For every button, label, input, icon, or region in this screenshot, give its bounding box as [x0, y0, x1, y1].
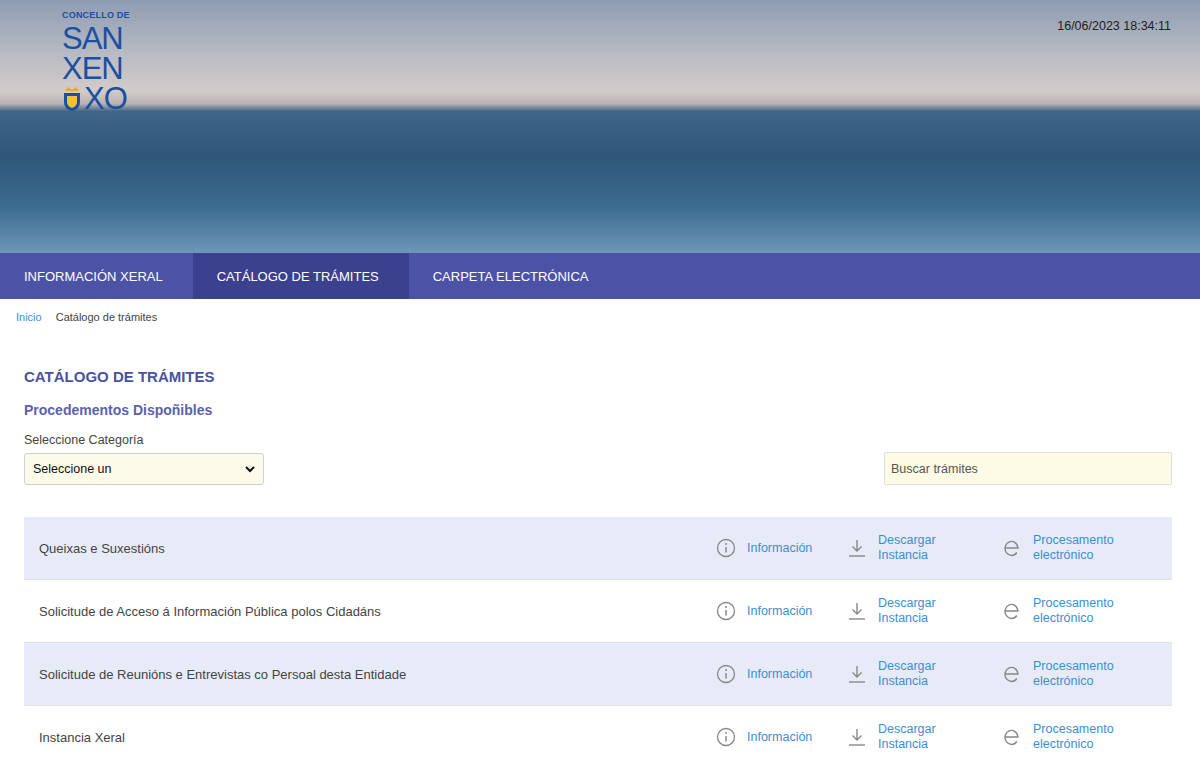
download-icon	[847, 727, 867, 747]
info-icon	[716, 664, 736, 684]
electronic-link[interactable]: Procesamento electrónico	[1002, 722, 1172, 752]
info-icon	[716, 538, 736, 558]
procedure-row: Instancia XeralInformaciónDescargar Inst…	[24, 706, 1172, 759]
chevron-down-icon	[245, 465, 255, 473]
nav-item[interactable]: CARPETA ELECTRÓNICA	[409, 253, 619, 299]
header-photo: CONCELLO DE SANXENXO 16/06/2023 18:34:11	[0, 0, 1200, 253]
page: CONCELLO DE SANXENXO 16/06/2023 18:34:11 IN…	[0, 0, 1200, 759]
info-link[interactable]: Información	[716, 538, 847, 558]
datetime: 16/06/2023 18:34:11	[1057, 19, 1171, 33]
nav-item[interactable]: INFORMACIÓN XERAL	[0, 253, 193, 299]
main-nav: INFORMACIÓN XERALCATÁLOGO DE TRÁMITESCAR…	[0, 253, 1200, 299]
breadcrumb-item: Catálogo de trámites	[56, 311, 158, 323]
content: CATÁLOGO DE TRÁMITES Procedementos Dispoñ…	[0, 335, 1200, 759]
procedure-name: Solicitude de Acceso á Información Públi…	[39, 604, 716, 619]
category-label: Seleccione Categoría	[24, 433, 1172, 447]
logo-top: CONCELLO DE	[62, 10, 130, 20]
electronic-link[interactable]: Procesamento electrónico	[1002, 533, 1172, 563]
procedure-row: Queixas e SuxestiónsInformaciónDescargar…	[24, 517, 1172, 580]
electronic-icon	[1002, 538, 1022, 558]
nav-item[interactable]: CATÁLOGO DE TRÁMITES	[193, 253, 409, 299]
download-icon	[847, 601, 867, 621]
electronic-icon	[1002, 727, 1022, 747]
procedure-row: Solicitude de Acceso á Información Públi…	[24, 580, 1172, 643]
download-link[interactable]: Descargar Instancia	[847, 659, 1002, 689]
breadcrumb: Inicio Catálogo de trámites	[0, 299, 1200, 335]
electronic-link[interactable]: Procesamento electrónico	[1002, 659, 1172, 689]
procedure-name: Instancia Xeral	[39, 730, 716, 745]
logo-line: XO	[62, 84, 130, 114]
search-input[interactable]	[884, 452, 1172, 485]
logo-line: XEN	[62, 54, 130, 84]
info-link[interactable]: Información	[716, 664, 847, 684]
procedure-name: Queixas e Suxestións	[39, 541, 716, 556]
info-icon	[716, 601, 736, 621]
logo: CONCELLO DE SANXENXO	[62, 10, 130, 114]
procedure-name: Solicitude de Reunións e Entrevistas co …	[39, 667, 716, 682]
download-link[interactable]: Descargar Instancia	[847, 533, 1002, 563]
download-link[interactable]: Descargar Instancia	[847, 596, 1002, 626]
download-link[interactable]: Descargar Instancia	[847, 722, 1002, 752]
download-icon	[847, 538, 867, 558]
logo-line: SAN	[62, 24, 130, 54]
procedure-row: Solicitude de Reunións e Entrevistas co …	[24, 643, 1172, 706]
category-select[interactable]: Seleccione un	[24, 453, 264, 485]
info-icon	[716, 727, 736, 747]
page-subtitle: Procedementos Dispoñibles	[24, 402, 1172, 418]
filter-bar: Seleccione un	[24, 452, 1172, 485]
electronic-icon	[1002, 601, 1022, 621]
info-link[interactable]: Información	[716, 601, 847, 621]
page-title: CATÁLOGO DE TRÁMITES	[24, 368, 1172, 385]
procedure-list: Queixas e SuxestiónsInformaciónDescargar…	[24, 517, 1172, 759]
crest-icon	[62, 86, 82, 112]
download-icon	[847, 664, 867, 684]
electronic-link[interactable]: Procesamento electrónico	[1002, 596, 1172, 626]
breadcrumb-item[interactable]: Inicio	[16, 311, 42, 323]
info-link[interactable]: Información	[716, 727, 847, 747]
electronic-icon	[1002, 664, 1022, 684]
